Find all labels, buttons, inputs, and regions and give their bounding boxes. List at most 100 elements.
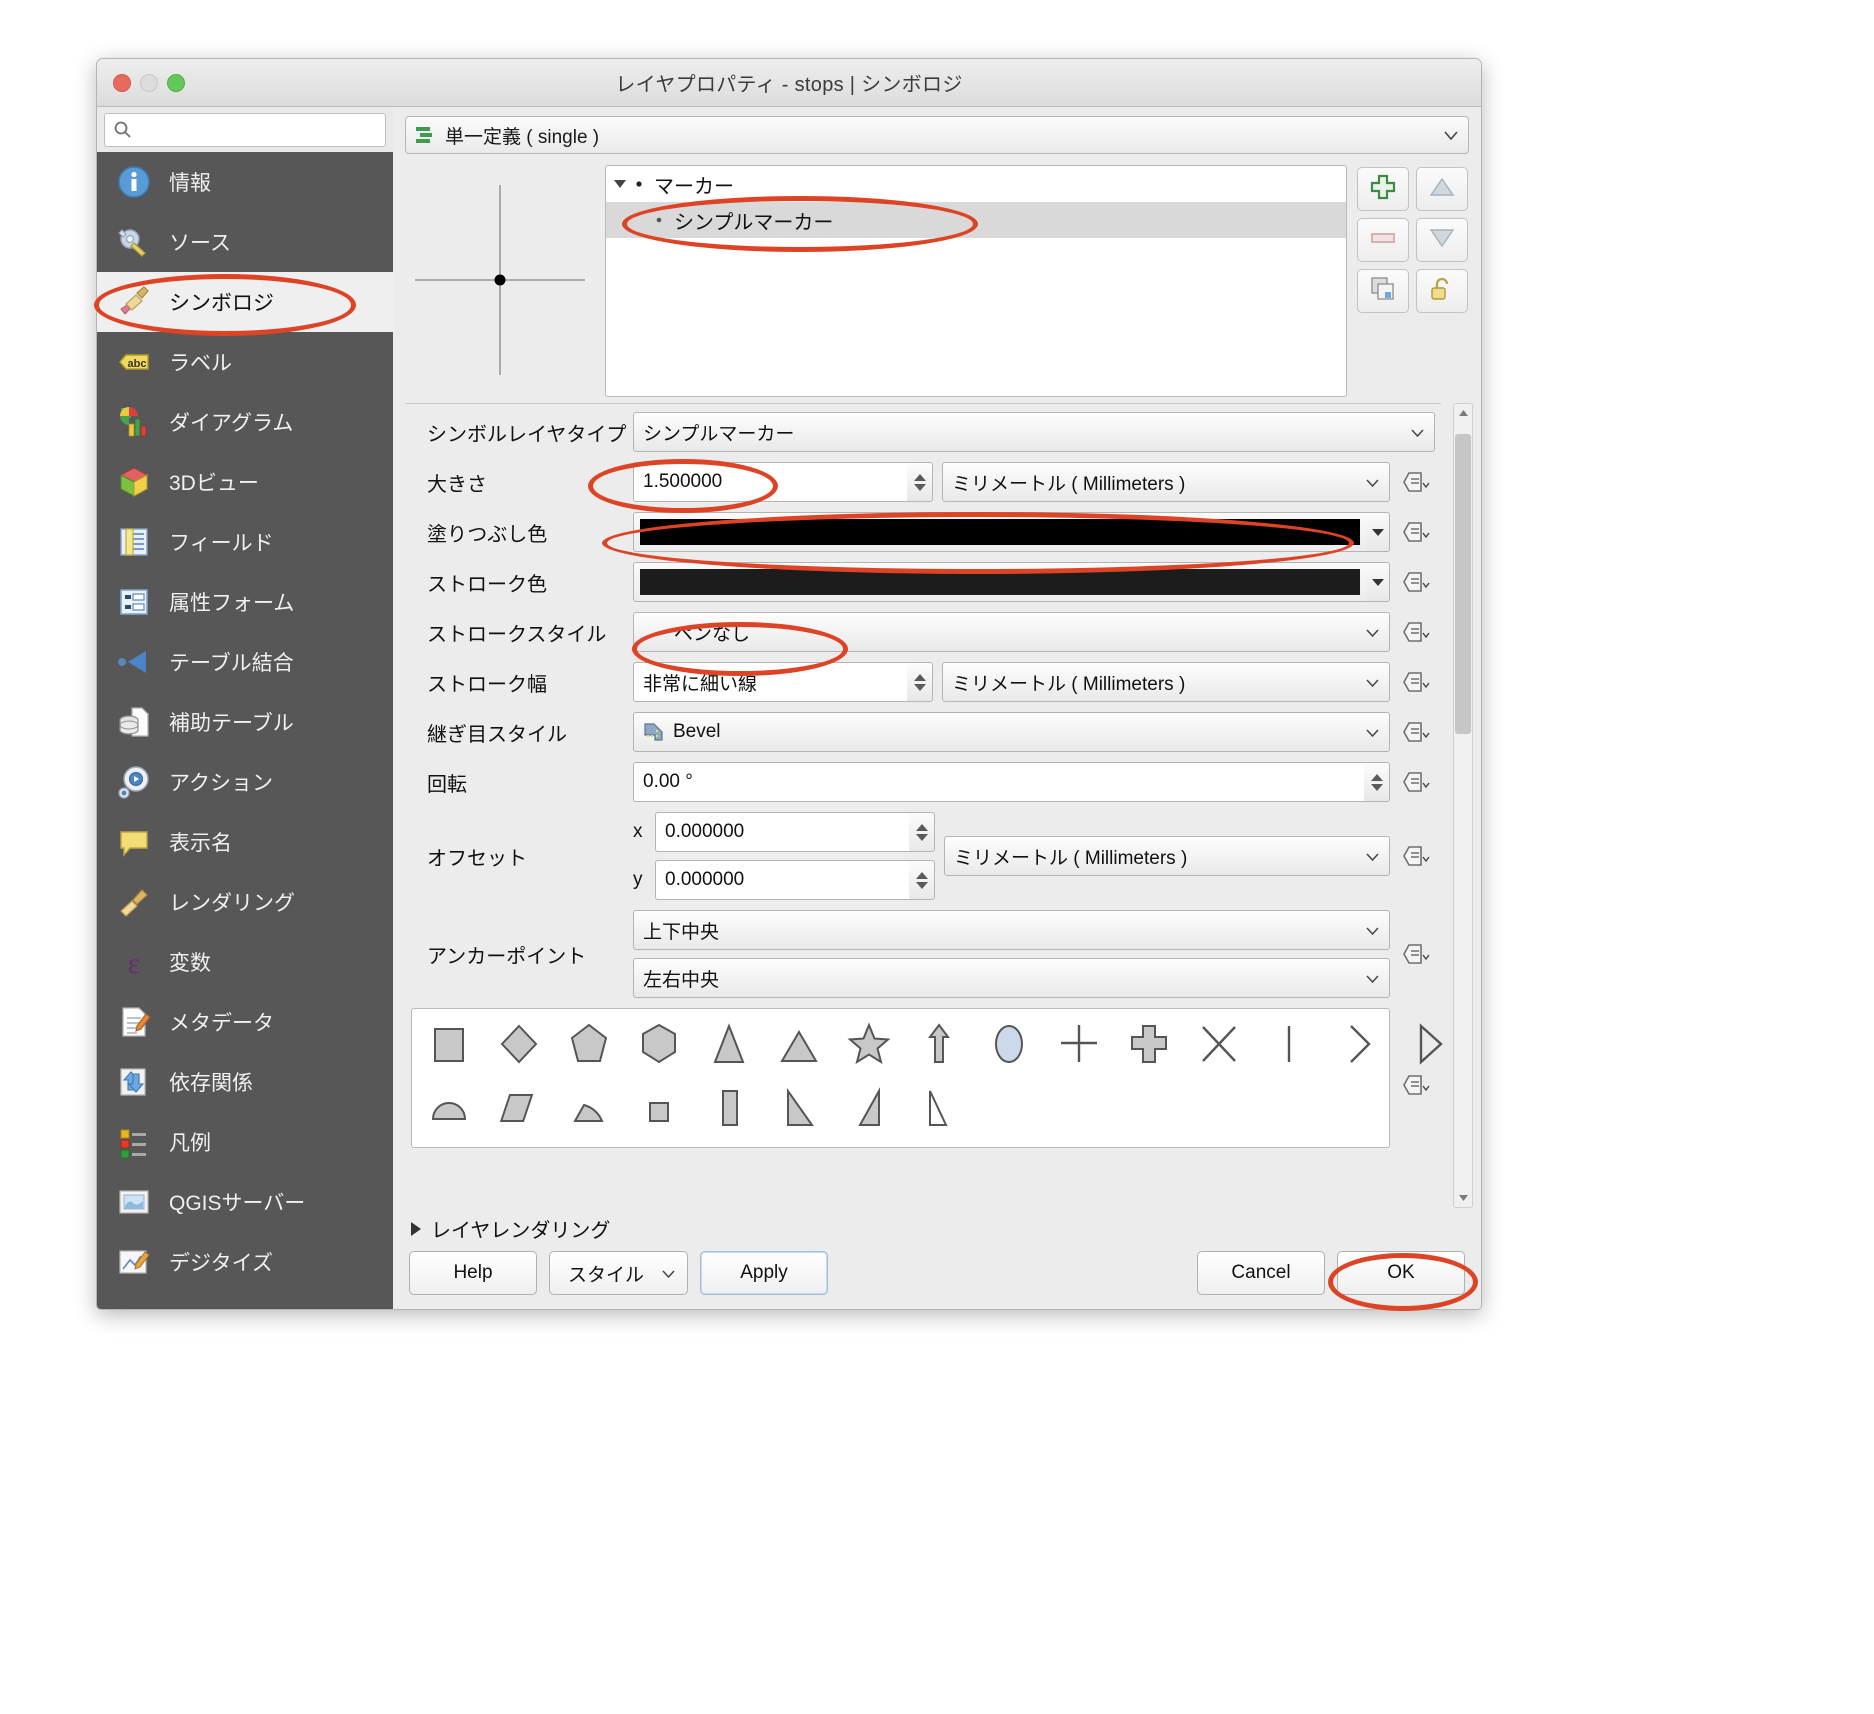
hexagon-shape-icon[interactable] xyxy=(636,1021,682,1072)
join-style-select[interactable]: Bevel xyxy=(633,712,1390,752)
style-button[interactable]: スタイル xyxy=(549,1251,689,1295)
right-half-triangle-shape-icon[interactable] xyxy=(846,1085,892,1136)
parallelogram-shape-icon[interactable] xyxy=(496,1085,542,1136)
offset-y-input[interactable]: 0.000000 xyxy=(655,860,909,900)
half-circle-shape-icon[interactable] xyxy=(426,1085,472,1136)
sidebar-item-diagrams[interactable]: ダイアグラム xyxy=(97,392,393,452)
pentagon-shape-icon[interactable] xyxy=(566,1021,612,1072)
sidebar-item-auxiliary-storage[interactable]: 補助テーブル xyxy=(97,692,393,752)
sidebar-item-display[interactable]: 表示名 xyxy=(97,812,393,872)
sidebar-item-symbology[interactable]: シンボロジ xyxy=(97,272,393,332)
move-down-button[interactable] xyxy=(1416,218,1468,262)
sidebar-item-3d-view[interactable]: 3Dビュー xyxy=(97,452,393,512)
right-triangle-arrow-shape-icon[interactable] xyxy=(1406,1021,1452,1072)
move-up-button[interactable] xyxy=(1416,167,1468,211)
half-square-shape-icon[interactable] xyxy=(706,1085,752,1136)
rotation-stepper[interactable] xyxy=(1364,762,1390,802)
stroke-width-data-defined-button[interactable] xyxy=(1399,663,1435,701)
triangle-shape-icon[interactable] xyxy=(706,1021,752,1072)
minimize-button[interactable] xyxy=(140,74,158,92)
stroke-width-stepper[interactable] xyxy=(907,662,933,702)
chevron-right-icon[interactable] xyxy=(411,1221,421,1236)
sidebar-item-variables[interactable]: ε 変数 xyxy=(97,932,393,992)
offset-y-stepper[interactable] xyxy=(909,860,935,900)
search-input[interactable] xyxy=(133,120,377,140)
size-data-defined-button[interactable] xyxy=(1399,463,1435,501)
offset-data-defined-button[interactable] xyxy=(1399,837,1435,875)
window-controls[interactable] xyxy=(113,74,185,92)
sidebar-item-labels[interactable]: abc ラベル xyxy=(97,332,393,392)
chevron-down-icon[interactable] xyxy=(614,180,626,188)
scrollbar-thumb[interactable] xyxy=(1455,434,1471,734)
add-symbol-layer-button[interactable] xyxy=(1357,167,1409,211)
search-box[interactable] xyxy=(104,113,386,147)
anchor-horizontal-select[interactable]: 左右中央 xyxy=(633,958,1390,998)
renderer-type-select[interactable]: 単一定義 ( single ) xyxy=(405,116,1469,154)
offset-x-stepper[interactable] xyxy=(909,812,935,852)
cross-shape-icon[interactable] xyxy=(1056,1021,1102,1072)
line-shape-icon[interactable] xyxy=(1266,1021,1312,1072)
stroke-style-data-defined-button[interactable] xyxy=(1399,613,1435,651)
scroll-up-arrow-icon[interactable] xyxy=(1454,404,1472,422)
stroke-width-input[interactable]: 非常に細い線 xyxy=(633,662,907,702)
sidebar-item-source[interactable]: ソース xyxy=(97,212,393,272)
scroll-down-arrow-icon[interactable] xyxy=(1454,1189,1472,1207)
rotation-input[interactable]: 0.00 ° xyxy=(633,762,1364,802)
shape-picker[interactable] xyxy=(411,1008,1443,1148)
tree-row[interactable]: マーカー xyxy=(606,166,1346,202)
equilateral-triangle-shape-icon[interactable] xyxy=(776,1021,822,1072)
duplicate-button[interactable] xyxy=(1357,269,1409,313)
cancel-button[interactable]: Cancel xyxy=(1197,1251,1325,1295)
rotation-data-defined-button[interactable] xyxy=(1399,763,1435,801)
offset-unit-select[interactable]: ミリメートル ( Millimeters ) xyxy=(944,836,1390,876)
circle-shape-icon[interactable] xyxy=(986,1021,1032,1072)
sidebar-item-legend[interactable]: 凡例 xyxy=(97,1112,393,1172)
sidebar-item-dependencies[interactable]: 依存関係 xyxy=(97,1052,393,1112)
sidebar-item-joins[interactable]: テーブル結合 xyxy=(97,632,393,692)
size-input[interactable]: 1.500000 xyxy=(633,462,907,502)
stroke-width-unit-select[interactable]: ミリメートル ( Millimeters ) xyxy=(942,662,1390,702)
left-half-triangle-shape-icon[interactable] xyxy=(916,1085,962,1136)
apply-button[interactable]: Apply xyxy=(700,1251,829,1295)
half-arc-shape-icon[interactable] xyxy=(1336,1021,1382,1072)
ok-button[interactable]: OK xyxy=(1337,1251,1465,1295)
size-unit-select[interactable]: ミリメートル ( Millimeters ) xyxy=(942,462,1390,502)
size-stepper[interactable] xyxy=(907,462,933,502)
join-style-data-defined-button[interactable] xyxy=(1399,713,1435,751)
layer-rendering-section[interactable]: レイヤレンダリング xyxy=(393,1208,1481,1251)
sidebar-item-fields[interactable]: フィールド xyxy=(97,512,393,572)
anchor-point-data-defined-button[interactable] xyxy=(1399,935,1435,973)
help-button[interactable]: Help xyxy=(409,1251,537,1295)
square-shape-icon[interactable] xyxy=(426,1021,472,1072)
arrow-shape-icon[interactable] xyxy=(916,1021,962,1072)
sidebar-item-attributes-form[interactable]: 属性フォーム xyxy=(97,572,393,632)
shape-data-defined-button[interactable] xyxy=(1399,1066,1435,1104)
fill-color-data-defined-button[interactable] xyxy=(1399,513,1435,551)
stroke-color-button[interactable] xyxy=(633,562,1366,602)
stroke-color-data-defined-button[interactable] xyxy=(1399,563,1435,601)
tree-row[interactable]: シンプルマーカー xyxy=(606,202,1346,238)
diamond-shape-icon[interactable] xyxy=(496,1021,542,1072)
x-mark-shape-icon[interactable] xyxy=(1196,1021,1242,1072)
lock-button[interactable] xyxy=(1416,269,1468,313)
diagonal-half-square-shape-icon[interactable] xyxy=(776,1085,822,1136)
sidebar-item-actions[interactable]: アクション xyxy=(97,752,393,812)
symbol-layer-type-select[interactable]: シンプルマーカー xyxy=(633,412,1435,452)
anchor-vertical-select[interactable]: 上下中央 xyxy=(633,910,1390,950)
offset-x-input[interactable]: 0.000000 xyxy=(655,812,909,852)
star-shape-icon[interactable] xyxy=(846,1021,892,1072)
close-button[interactable] xyxy=(113,74,131,92)
sidebar-item-information[interactable]: 情報 xyxy=(97,152,393,212)
sidebar-item-qgis-server[interactable]: QGISサーバー xyxy=(97,1172,393,1232)
stroke-style-select[interactable]: ペンなし xyxy=(633,612,1390,652)
sidebar-item-digitizing[interactable]: デジタイズ xyxy=(97,1232,393,1292)
sidebar-item-metadata[interactable]: メタデータ xyxy=(97,992,393,1052)
zoom-button[interactable] xyxy=(167,74,185,92)
symbol-layer-tree[interactable]: マーカー シンプルマーカー xyxy=(605,165,1347,397)
form-scrollbar[interactable] xyxy=(1453,403,1473,1208)
small-square-shape-icon[interactable] xyxy=(636,1085,682,1136)
fill-color-dropdown[interactable] xyxy=(1366,512,1390,552)
fill-color-button[interactable] xyxy=(633,512,1366,552)
remove-symbol-layer-button[interactable] xyxy=(1357,218,1409,262)
quarter-circle-shape-icon[interactable] xyxy=(566,1085,612,1136)
